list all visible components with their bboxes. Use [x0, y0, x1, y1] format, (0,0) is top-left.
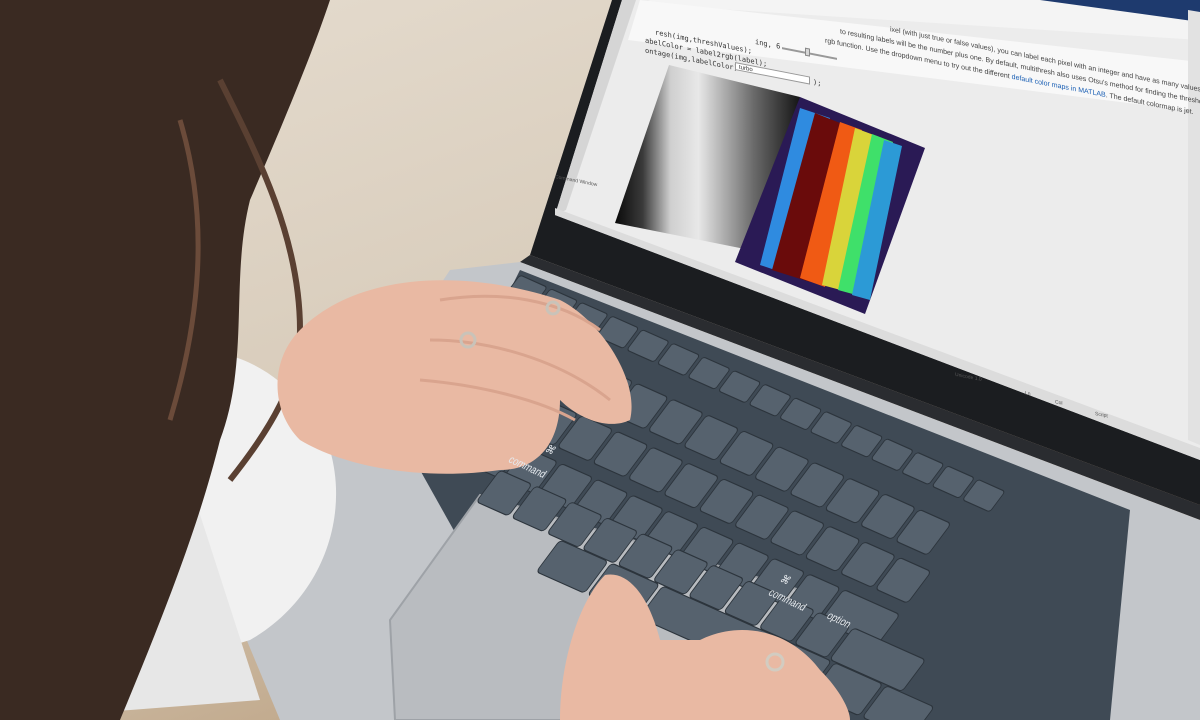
status-command-window: Command Window — [555, 174, 598, 189]
code-line: ing, 6 — [755, 37, 781, 51]
colormap-dropdown[interactable]: turbo — [735, 62, 810, 85]
slider-handle[interactable] — [805, 47, 810, 57]
status-item: Unicode 1.0 — [955, 371, 982, 383]
status-item: Script — [1095, 410, 1108, 420]
status-item: Col — [1055, 399, 1063, 407]
code-suffix: ); — [813, 78, 822, 88]
status-item: Ln — [1025, 390, 1031, 398]
